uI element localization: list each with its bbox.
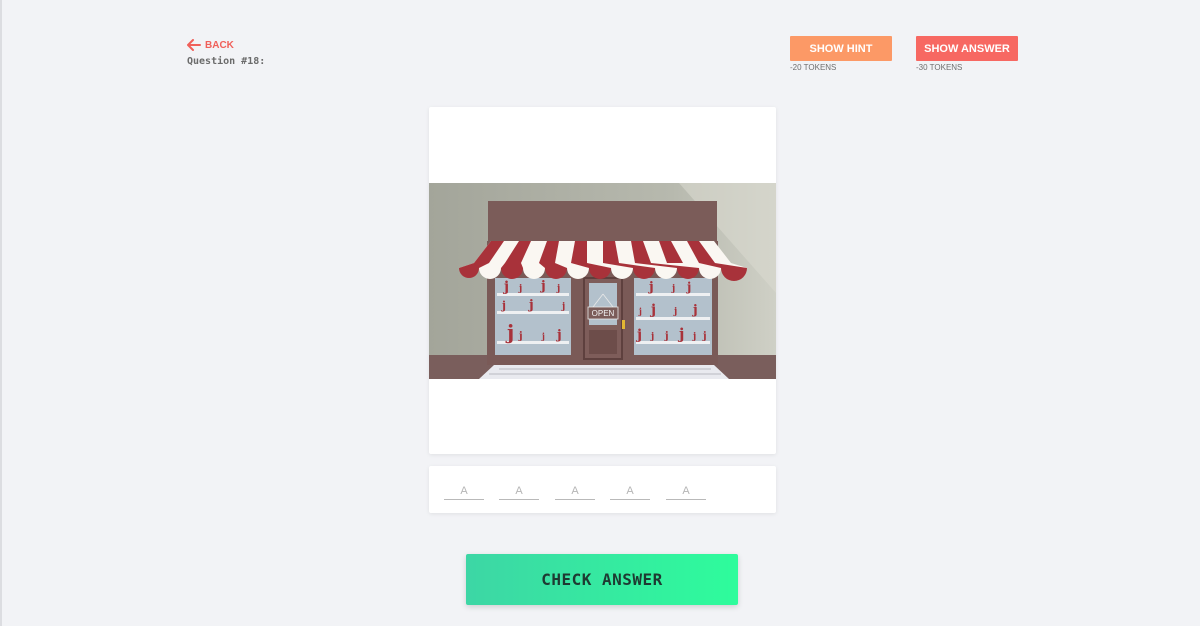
svg-text:j: j bbox=[635, 327, 642, 343]
letter-slot-3[interactable] bbox=[555, 482, 595, 500]
svg-text:j: j bbox=[664, 331, 669, 342]
svg-text:j: j bbox=[518, 331, 523, 342]
svg-text:j: j bbox=[638, 306, 642, 316]
svg-text:j: j bbox=[556, 284, 560, 294]
svg-text:j: j bbox=[518, 284, 522, 294]
letter-slot-4[interactable] bbox=[610, 482, 650, 500]
svg-text:j: j bbox=[649, 302, 656, 318]
svg-text:j: j bbox=[561, 302, 565, 312]
svg-text:j: j bbox=[702, 331, 707, 342]
back-link[interactable]: BACK bbox=[187, 39, 234, 51]
svg-text:j: j bbox=[686, 280, 691, 294]
svg-text:j: j bbox=[540, 279, 546, 294]
svg-text:j: j bbox=[556, 328, 562, 343]
letter-slot-1[interactable] bbox=[444, 482, 484, 500]
answer-cost: -30 TOKENS bbox=[916, 63, 963, 72]
show-hint-button[interactable]: SHOW HINT bbox=[790, 36, 892, 61]
svg-text:j: j bbox=[671, 284, 675, 294]
show-answer-button[interactable]: SHOW ANSWER bbox=[916, 36, 1018, 61]
question-number: Question #18: bbox=[187, 56, 266, 67]
storefront-image: j j j j j j j j j j j j j j j j j j j j … bbox=[429, 183, 776, 379]
check-answer-button[interactable]: CHECK ANSWER bbox=[466, 554, 738, 605]
svg-text:j: j bbox=[692, 303, 698, 318]
svg-text:j: j bbox=[648, 280, 654, 295]
hint-cost: -20 TOKENS bbox=[790, 63, 837, 72]
open-sign: OPEN bbox=[592, 309, 615, 318]
svg-text:j: j bbox=[650, 332, 654, 342]
puzzle-image-card: j j j j j j j j j j j j j j j j j j j j … bbox=[429, 107, 776, 454]
arrow-left-icon bbox=[187, 39, 201, 51]
page-left-border bbox=[0, 0, 2, 626]
answer-input-card bbox=[429, 466, 776, 513]
svg-text:j: j bbox=[501, 299, 506, 312]
letter-slot-5[interactable] bbox=[666, 482, 706, 500]
svg-text:j: j bbox=[541, 331, 545, 341]
svg-text:j: j bbox=[528, 298, 534, 313]
svg-text:j: j bbox=[677, 325, 684, 343]
svg-text:j: j bbox=[505, 320, 514, 344]
back-label: BACK bbox=[205, 39, 234, 51]
svg-text:j: j bbox=[502, 279, 509, 295]
svg-text:j: j bbox=[692, 332, 696, 342]
letter-slot-2[interactable] bbox=[499, 482, 539, 500]
svg-text:j: j bbox=[673, 307, 677, 317]
